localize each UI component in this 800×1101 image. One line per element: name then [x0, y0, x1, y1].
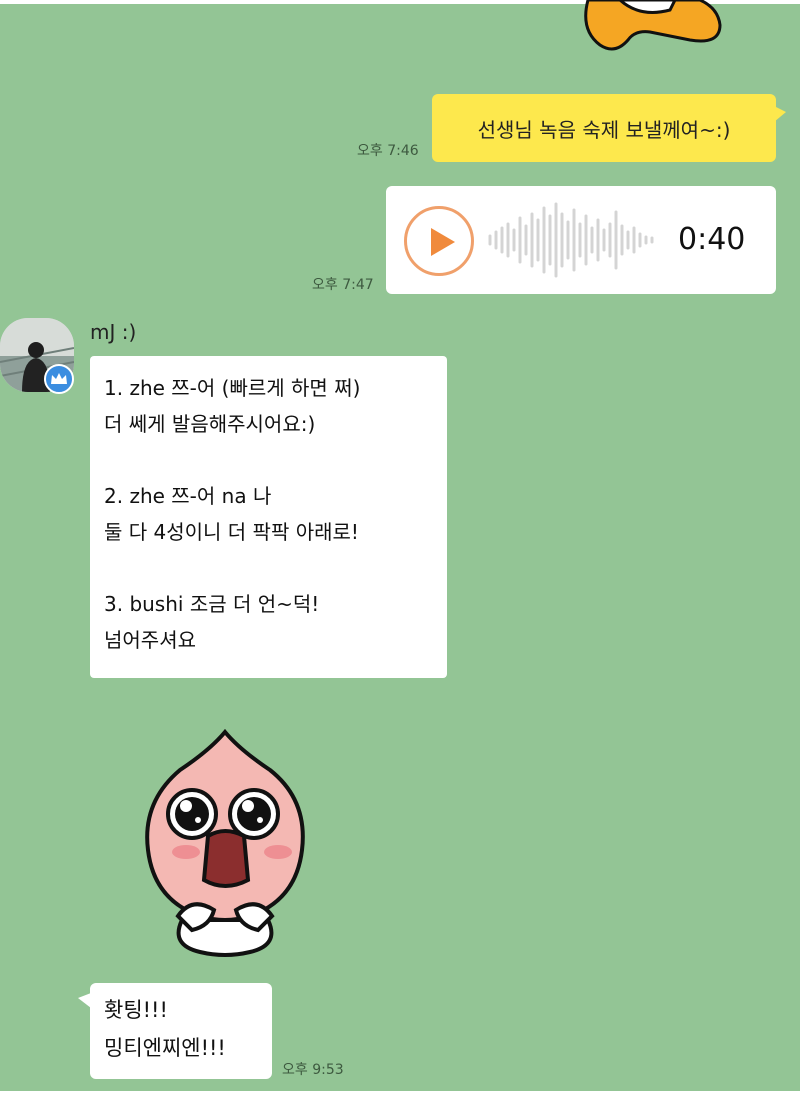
message-line: 더 쎄게 발음해주시어요:) — [104, 412, 316, 436]
waveform-icon — [488, 202, 654, 278]
bubble-tail — [78, 993, 91, 1008]
message-time: 오후 7:46 — [357, 143, 419, 159]
voice-duration: 0:40 — [678, 222, 746, 257]
voice-message-bubble[interactable]: 0:40 — [386, 186, 776, 294]
incoming-message-bubble-last[interactable]: 홧팅!!! 밍티엔찌엔!!! — [78, 983, 272, 1079]
sticker-partial-top — [584, 0, 722, 51]
voice-message-time: 오후 7:47 — [312, 277, 374, 293]
outgoing-message-bubble[interactable]: 선생님 녹음 숙제 보낼께여~:) — [432, 94, 786, 162]
message-line: 밍티엔찌엔!!! — [104, 1036, 226, 1060]
peach-crying-sticker[interactable] — [130, 720, 320, 960]
message-line: 홧팅!!! — [104, 998, 168, 1022]
last-message-time: 오후 9:53 — [282, 1062, 344, 1078]
message-line: 3. bushi 조금 더 언~덕! — [104, 592, 320, 616]
message-line: 넘어주셔요 — [104, 628, 196, 652]
message-line: 1. zhe 쯔-어 (빠르게 하면 쩌) — [104, 376, 361, 400]
message-line: 2. zhe 쯔-어 na 나 — [104, 484, 272, 508]
message-line — [104, 442, 433, 478]
bottom-edge — [0, 1091, 800, 1101]
bubble-tail — [774, 106, 786, 122]
crown-icon — [44, 364, 74, 394]
outgoing-message-text: 선생님 녹음 숙제 보낼께여~:) — [477, 117, 731, 142]
incoming-message-bubble[interactable]: 1. zhe 쯔-어 (빠르게 하면 쩌) 더 쎄게 발음해주시어요:) 2. … — [90, 356, 447, 678]
message-line — [104, 550, 433, 586]
sender-name: mJ :) — [90, 320, 137, 344]
message-line: 둘 다 4성이니 더 팍팍 아래로! — [104, 520, 359, 544]
play-icon[interactable] — [404, 206, 474, 276]
